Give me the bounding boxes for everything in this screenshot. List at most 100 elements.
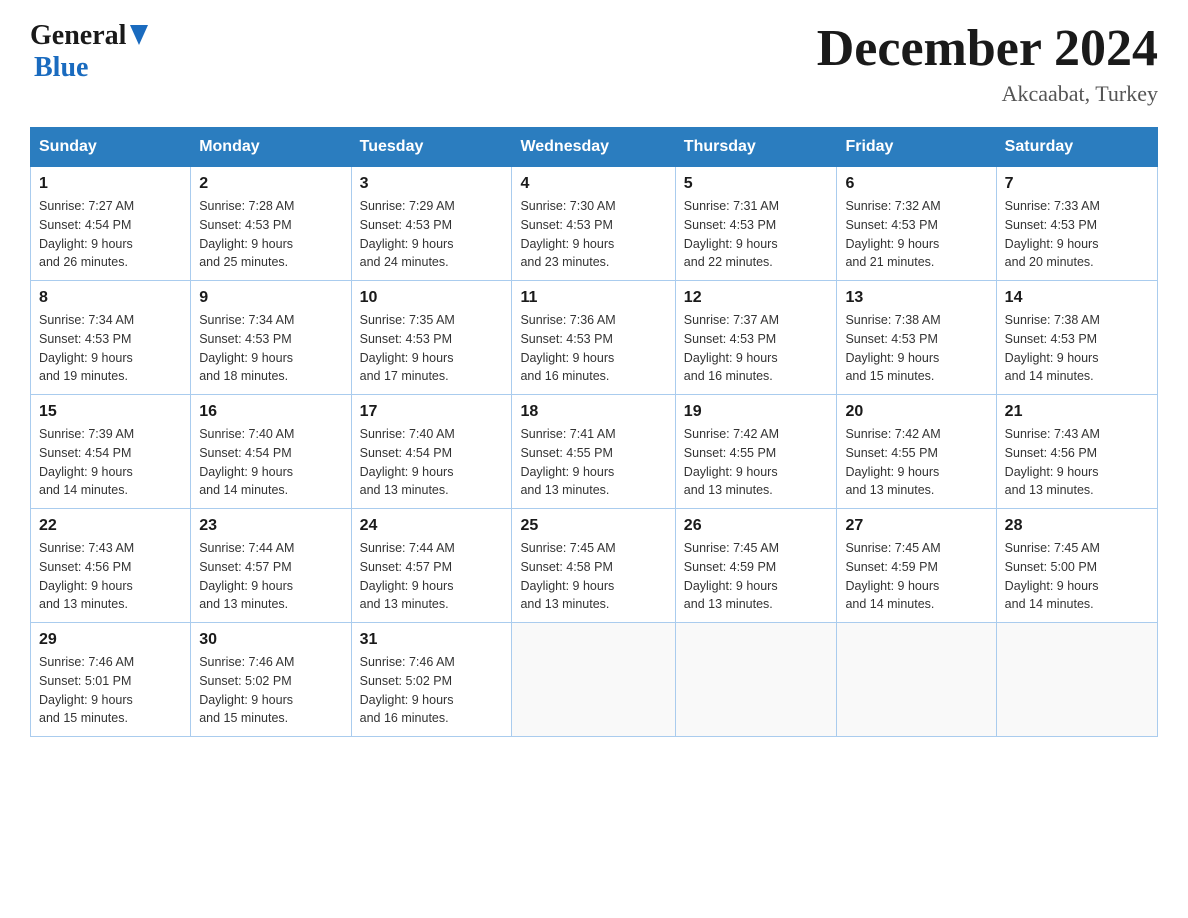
day-number: 27 — [845, 517, 987, 535]
calendar-cell: 27 Sunrise: 7:45 AM Sunset: 4:59 PM Dayl… — [837, 509, 996, 623]
calendar-cell: 13 Sunrise: 7:38 AM Sunset: 4:53 PM Dayl… — [837, 281, 996, 395]
calendar-week-row: 8 Sunrise: 7:34 AM Sunset: 4:53 PM Dayli… — [31, 281, 1158, 395]
day-number: 24 — [360, 517, 504, 535]
calendar-cell: 16 Sunrise: 7:40 AM Sunset: 4:54 PM Dayl… — [191, 395, 351, 509]
day-number: 15 — [39, 403, 182, 421]
day-number: 11 — [520, 289, 666, 307]
day-number: 31 — [360, 631, 504, 649]
calendar-cell: 30 Sunrise: 7:46 AM Sunset: 5:02 PM Dayl… — [191, 623, 351, 737]
day-info: Sunrise: 7:45 AM Sunset: 5:00 PM Dayligh… — [1005, 539, 1149, 614]
day-number: 20 — [845, 403, 987, 421]
logo-general-text: General — [30, 20, 126, 52]
calendar-cell: 25 Sunrise: 7:45 AM Sunset: 4:58 PM Dayl… — [512, 509, 675, 623]
calendar-cell: 18 Sunrise: 7:41 AM Sunset: 4:55 PM Dayl… — [512, 395, 675, 509]
logo-blue-text: Blue — [34, 52, 88, 84]
calendar-cell: 28 Sunrise: 7:45 AM Sunset: 5:00 PM Dayl… — [996, 509, 1157, 623]
calendar-cell: 4 Sunrise: 7:30 AM Sunset: 4:53 PM Dayli… — [512, 167, 675, 281]
day-number: 5 — [684, 175, 829, 193]
day-number: 13 — [845, 289, 987, 307]
calendar-cell: 12 Sunrise: 7:37 AM Sunset: 4:53 PM Dayl… — [675, 281, 837, 395]
day-info: Sunrise: 7:27 AM Sunset: 4:54 PM Dayligh… — [39, 197, 182, 272]
calendar-cell: 17 Sunrise: 7:40 AM Sunset: 4:54 PM Dayl… — [351, 395, 512, 509]
day-info: Sunrise: 7:44 AM Sunset: 4:57 PM Dayligh… — [199, 539, 342, 614]
title-section: December 2024 Akcaabat, Turkey — [817, 20, 1158, 107]
calendar-cell: 22 Sunrise: 7:43 AM Sunset: 4:56 PM Dayl… — [31, 509, 191, 623]
calendar-cell: 19 Sunrise: 7:42 AM Sunset: 4:55 PM Dayl… — [675, 395, 837, 509]
day-info: Sunrise: 7:40 AM Sunset: 4:54 PM Dayligh… — [199, 425, 342, 500]
calendar-day-header-saturday: Saturday — [996, 128, 1157, 167]
day-number: 12 — [684, 289, 829, 307]
calendar-cell: 8 Sunrise: 7:34 AM Sunset: 4:53 PM Dayli… — [31, 281, 191, 395]
calendar-week-row: 1 Sunrise: 7:27 AM Sunset: 4:54 PM Dayli… — [31, 167, 1158, 281]
day-info: Sunrise: 7:32 AM Sunset: 4:53 PM Dayligh… — [845, 197, 987, 272]
calendar-week-row: 29 Sunrise: 7:46 AM Sunset: 5:01 PM Dayl… — [31, 623, 1158, 737]
calendar-cell: 23 Sunrise: 7:44 AM Sunset: 4:57 PM Dayl… — [191, 509, 351, 623]
calendar-week-row: 15 Sunrise: 7:39 AM Sunset: 4:54 PM Dayl… — [31, 395, 1158, 509]
day-number: 23 — [199, 517, 342, 535]
day-info: Sunrise: 7:45 AM Sunset: 4:59 PM Dayligh… — [684, 539, 829, 614]
calendar-day-header-monday: Monday — [191, 128, 351, 167]
day-info: Sunrise: 7:44 AM Sunset: 4:57 PM Dayligh… — [360, 539, 504, 614]
day-info: Sunrise: 7:42 AM Sunset: 4:55 PM Dayligh… — [845, 425, 987, 500]
calendar-cell: 11 Sunrise: 7:36 AM Sunset: 4:53 PM Dayl… — [512, 281, 675, 395]
day-number: 21 — [1005, 403, 1149, 421]
day-info: Sunrise: 7:30 AM Sunset: 4:53 PM Dayligh… — [520, 197, 666, 272]
day-info: Sunrise: 7:46 AM Sunset: 5:02 PM Dayligh… — [360, 653, 504, 728]
day-info: Sunrise: 7:42 AM Sunset: 4:55 PM Dayligh… — [684, 425, 829, 500]
logo-arrow-icon — [130, 25, 148, 45]
day-info: Sunrise: 7:45 AM Sunset: 4:59 PM Dayligh… — [845, 539, 987, 614]
day-number: 9 — [199, 289, 342, 307]
day-info: Sunrise: 7:45 AM Sunset: 4:58 PM Dayligh… — [520, 539, 666, 614]
day-number: 18 — [520, 403, 666, 421]
day-info: Sunrise: 7:46 AM Sunset: 5:01 PM Dayligh… — [39, 653, 182, 728]
day-info: Sunrise: 7:37 AM Sunset: 4:53 PM Dayligh… — [684, 311, 829, 386]
calendar-cell: 20 Sunrise: 7:42 AM Sunset: 4:55 PM Dayl… — [837, 395, 996, 509]
month-title: December 2024 — [817, 20, 1158, 77]
location-text: Akcaabat, Turkey — [817, 81, 1158, 107]
calendar-cell: 2 Sunrise: 7:28 AM Sunset: 4:53 PM Dayli… — [191, 167, 351, 281]
day-info: Sunrise: 7:31 AM Sunset: 4:53 PM Dayligh… — [684, 197, 829, 272]
calendar-cell: 14 Sunrise: 7:38 AM Sunset: 4:53 PM Dayl… — [996, 281, 1157, 395]
calendar-day-header-wednesday: Wednesday — [512, 128, 675, 167]
page-header: General Blue December 2024 Akcaabat, Tur… — [30, 20, 1158, 107]
calendar-cell: 7 Sunrise: 7:33 AM Sunset: 4:53 PM Dayli… — [996, 167, 1157, 281]
day-number: 25 — [520, 517, 666, 535]
calendar-cell: 9 Sunrise: 7:34 AM Sunset: 4:53 PM Dayli… — [191, 281, 351, 395]
calendar-cell: 15 Sunrise: 7:39 AM Sunset: 4:54 PM Dayl… — [31, 395, 191, 509]
day-number: 16 — [199, 403, 342, 421]
calendar-header-row: SundayMondayTuesdayWednesdayThursdayFrid… — [31, 128, 1158, 167]
day-number: 28 — [1005, 517, 1149, 535]
calendar-cell — [996, 623, 1157, 737]
day-info: Sunrise: 7:39 AM Sunset: 4:54 PM Dayligh… — [39, 425, 182, 500]
day-info: Sunrise: 7:34 AM Sunset: 4:53 PM Dayligh… — [199, 311, 342, 386]
calendar-cell: 6 Sunrise: 7:32 AM Sunset: 4:53 PM Dayli… — [837, 167, 996, 281]
day-number: 14 — [1005, 289, 1149, 307]
day-number: 8 — [39, 289, 182, 307]
day-info: Sunrise: 7:35 AM Sunset: 4:53 PM Dayligh… — [360, 311, 504, 386]
calendar-week-row: 22 Sunrise: 7:43 AM Sunset: 4:56 PM Dayl… — [31, 509, 1158, 623]
calendar-cell: 21 Sunrise: 7:43 AM Sunset: 4:56 PM Dayl… — [996, 395, 1157, 509]
day-number: 1 — [39, 175, 182, 193]
day-number: 6 — [845, 175, 987, 193]
calendar-cell: 29 Sunrise: 7:46 AM Sunset: 5:01 PM Dayl… — [31, 623, 191, 737]
day-number: 7 — [1005, 175, 1149, 193]
day-number: 22 — [39, 517, 182, 535]
day-number: 2 — [199, 175, 342, 193]
calendar-cell: 31 Sunrise: 7:46 AM Sunset: 5:02 PM Dayl… — [351, 623, 512, 737]
calendar-day-header-tuesday: Tuesday — [351, 128, 512, 167]
day-number: 26 — [684, 517, 829, 535]
day-info: Sunrise: 7:38 AM Sunset: 4:53 PM Dayligh… — [1005, 311, 1149, 386]
day-number: 19 — [684, 403, 829, 421]
day-info: Sunrise: 7:36 AM Sunset: 4:53 PM Dayligh… — [520, 311, 666, 386]
logo: General Blue — [30, 20, 148, 84]
day-info: Sunrise: 7:28 AM Sunset: 4:53 PM Dayligh… — [199, 197, 342, 272]
calendar-cell — [837, 623, 996, 737]
day-number: 10 — [360, 289, 504, 307]
day-number: 30 — [199, 631, 342, 649]
calendar-cell — [512, 623, 675, 737]
calendar-cell: 5 Sunrise: 7:31 AM Sunset: 4:53 PM Dayli… — [675, 167, 837, 281]
day-info: Sunrise: 7:29 AM Sunset: 4:53 PM Dayligh… — [360, 197, 504, 272]
day-info: Sunrise: 7:38 AM Sunset: 4:53 PM Dayligh… — [845, 311, 987, 386]
day-number: 3 — [360, 175, 504, 193]
calendar-day-header-thursday: Thursday — [675, 128, 837, 167]
